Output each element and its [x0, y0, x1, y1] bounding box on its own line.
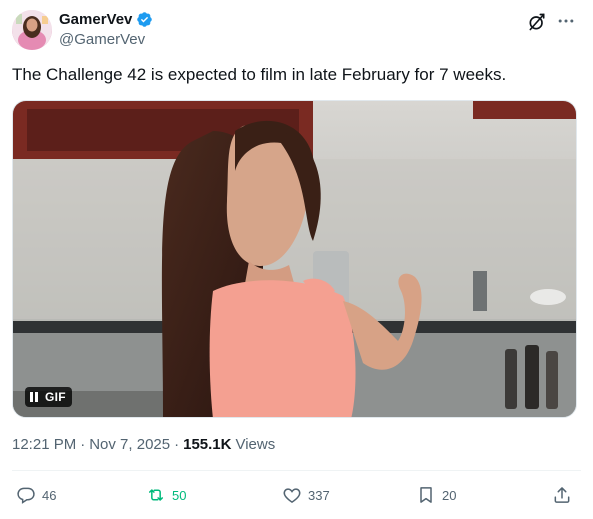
share-button[interactable]: [552, 478, 572, 512]
repost-button[interactable]: 50: [146, 478, 186, 512]
more-icon[interactable]: [555, 11, 577, 31]
verified-badge-icon[interactable]: [136, 11, 153, 28]
like-count: 337: [308, 487, 330, 503]
tweet-time[interactable]: 12:21 PM: [12, 436, 76, 453]
gif-label: GIF: [45, 390, 66, 404]
repost-count: 50: [172, 487, 187, 503]
tweet-meta: 12:21 PM · Nov 7, 2025 · 155.1K Views: [12, 436, 275, 453]
author-display-name[interactable]: GamerVev: [59, 11, 132, 28]
like-button[interactable]: 337: [282, 478, 330, 512]
gif-media[interactable]: GIF: [12, 100, 577, 418]
reply-count: 46: [42, 487, 57, 503]
pause-icon[interactable]: [29, 391, 39, 403]
bookmark-button[interactable]: 20: [416, 478, 456, 512]
action-bar: 46 50 337 20: [12, 478, 581, 512]
author-handle[interactable]: @GamerVev: [59, 31, 145, 48]
reply-button[interactable]: 46: [16, 478, 56, 512]
divider: [12, 470, 581, 471]
bookmark-icon: [420, 487, 432, 503]
meta-separator: ·: [80, 436, 86, 453]
views-count: 155.1K: [183, 436, 232, 453]
repost-icon: [149, 489, 163, 501]
like-icon: [283, 488, 301, 503]
gif-frame-image: [13, 101, 576, 417]
avatar-image: [12, 10, 52, 50]
tweet-header: GamerVev @GamerVev: [12, 8, 581, 52]
tweet-text: The Challenge 42 is expected to film in …: [12, 65, 507, 84]
grok-icon[interactable]: [527, 12, 547, 32]
bookmark-count: 20: [442, 487, 457, 503]
views-label: Views: [235, 436, 276, 453]
share-icon: [554, 487, 570, 503]
reply-icon: [17, 487, 35, 504]
gif-badge[interactable]: GIF: [25, 387, 72, 407]
author-name-row: GamerVev: [59, 11, 153, 28]
avatar[interactable]: [12, 10, 52, 50]
meta-separator: ·: [174, 436, 180, 453]
tweet-date[interactable]: Nov 7, 2025: [89, 436, 170, 453]
